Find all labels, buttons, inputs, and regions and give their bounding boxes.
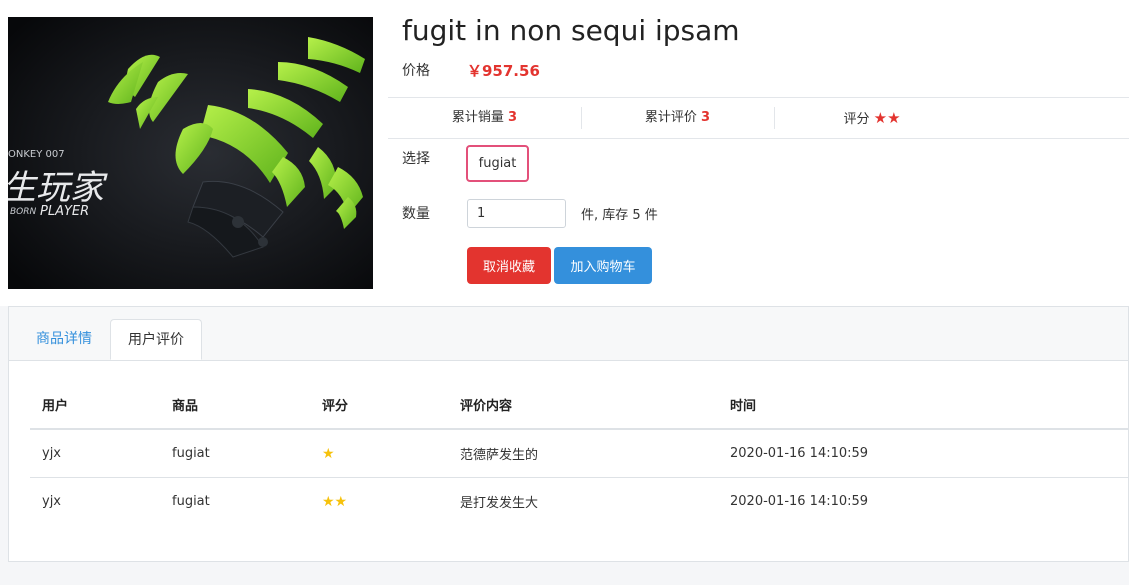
rating-label: 评分	[843, 112, 870, 127]
image-slogan-text: 生玩家	[8, 168, 108, 208]
table-header-row: 用户 商品 评分 评价内容 时间	[30, 381, 1128, 430]
review-user: yjx	[42, 494, 61, 509]
star-icon: ★★	[873, 109, 901, 127]
quantity-label: 数量	[402, 206, 430, 222]
product-stats-bar: 累计销量 3 累计评价 3 评分 ★★	[388, 97, 1129, 139]
column-header-user: 用户	[30, 381, 160, 430]
price-label: 价格	[402, 63, 430, 79]
product-image: ONKEY 007 生玩家 BORN PLAYER	[8, 17, 373, 289]
select-label: 选择	[402, 151, 430, 167]
star-icon: ★★	[322, 493, 348, 510]
sku-option-button[interactable]: fugiat	[466, 145, 529, 182]
image-brand-text: ONKEY 007	[8, 149, 65, 160]
reviews-count-value: 3	[701, 110, 711, 125]
rating-stat: 评分 ★★	[774, 98, 970, 138]
review-time: 2020-01-16 14:10:59	[718, 429, 1128, 478]
review-rating: ★★	[310, 478, 448, 526]
column-header-content: 评价内容	[448, 381, 718, 430]
review-content: 是打发发生大	[460, 496, 539, 511]
quantity-input[interactable]	[467, 199, 566, 228]
reviews-count-label: 累计评价	[644, 110, 697, 125]
review-rating: ★	[310, 429, 448, 478]
tab-user-reviews[interactable]: 用户评价	[110, 319, 202, 360]
price-value: ￥957.56	[467, 62, 540, 80]
tab-strip: 商品详情 用户评价	[9, 307, 1128, 361]
review-product: fugiat	[160, 429, 310, 478]
product-title: fugit in non sequi ipsam	[402, 14, 740, 47]
image-player-text: PLAYER	[40, 204, 89, 219]
review-user: yjx	[30, 429, 160, 478]
column-header-rating: 评分	[310, 381, 448, 430]
reviews-table: 用户 商品 评分 评价内容 时间 yjx fugiat ★ 范德萨发生的 202…	[30, 381, 1128, 525]
review-content: 范德萨发生的	[448, 429, 718, 478]
sales-label: 累计销量	[451, 110, 504, 125]
add-to-cart-button[interactable]: 加入购物车	[554, 247, 652, 284]
star-icon: ★	[322, 445, 335, 462]
image-born-text: BORN	[10, 207, 37, 217]
unfavorite-button[interactable]: 取消收藏	[467, 247, 551, 284]
table-row: yjx fugiat ★ 范德萨发生的 2020-01-16 14:10:59	[30, 429, 1128, 478]
stock-text: 件, 库存 5 件	[581, 208, 658, 223]
sales-stat: 累计销量 3	[388, 98, 581, 138]
tab-product-details[interactable]: 商品详情	[20, 319, 108, 360]
reviews-stat: 累计评价 3	[581, 98, 774, 138]
sales-value: 3	[508, 110, 518, 125]
review-product: fugiat	[172, 494, 210, 509]
details-panel: 商品详情 用户评价 用户 商品 评分 评价内容 时间 yjx fugiat ★ …	[8, 306, 1129, 562]
column-header-product: 商品	[160, 381, 310, 430]
table-row: yjx fugiat ★★ 是打发发生大 2020-01-16 14:10:59	[30, 478, 1128, 526]
column-header-time: 时间	[718, 381, 1128, 430]
review-time: 2020-01-16 14:10:59	[730, 494, 869, 509]
